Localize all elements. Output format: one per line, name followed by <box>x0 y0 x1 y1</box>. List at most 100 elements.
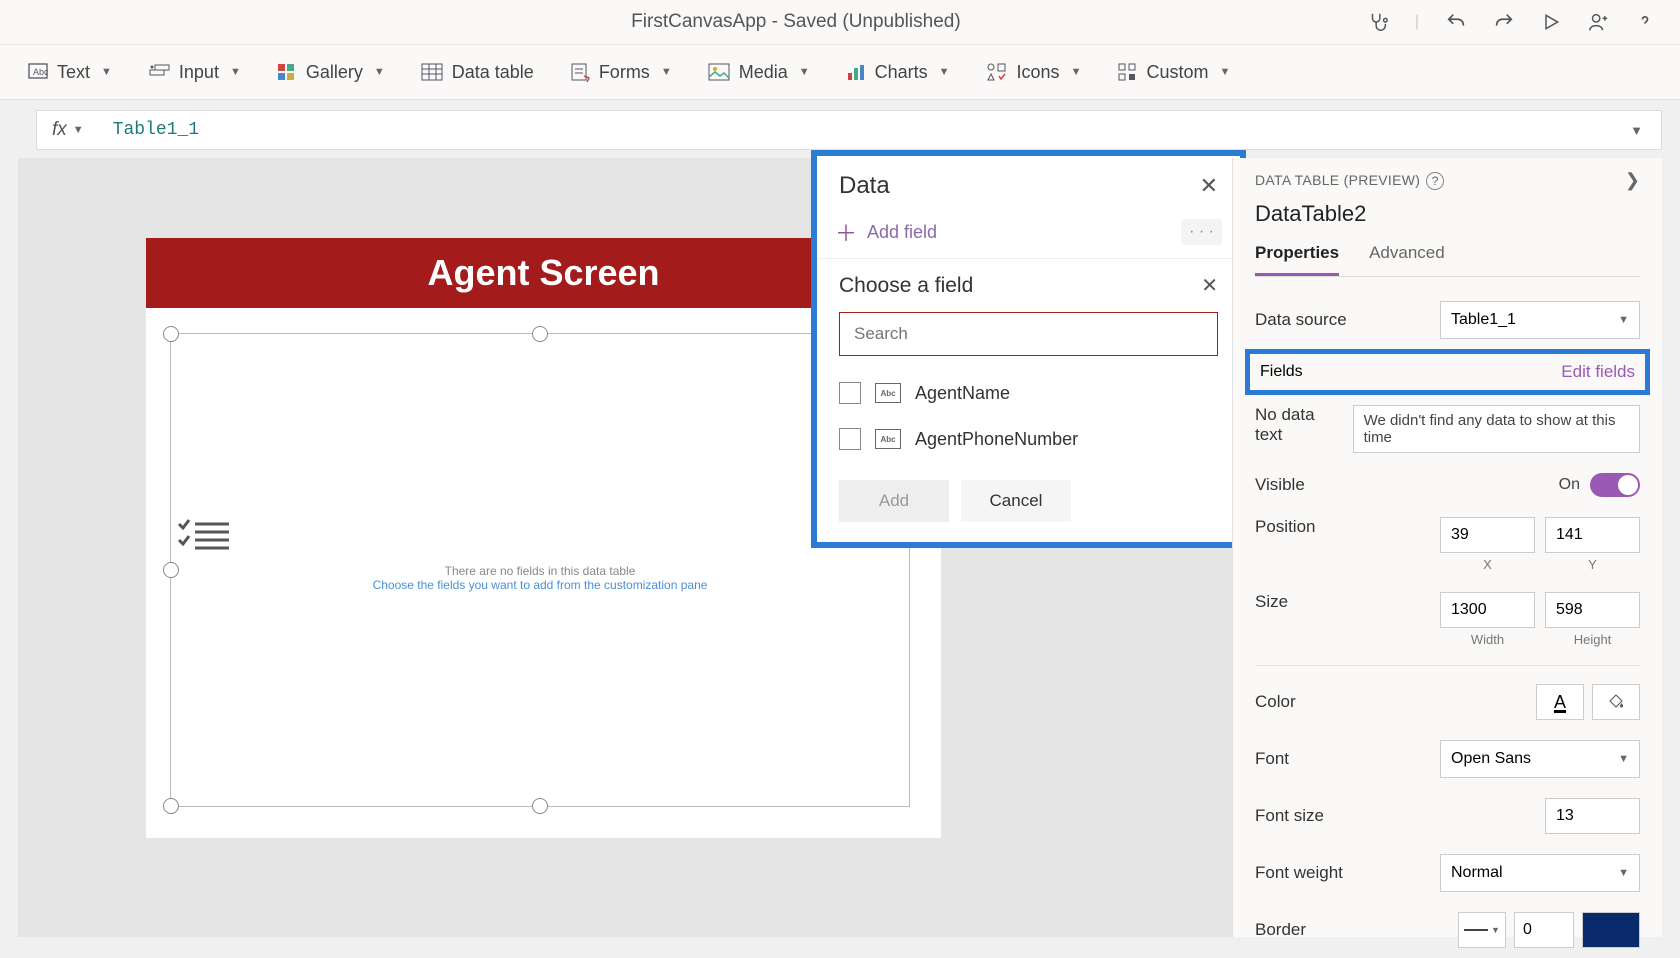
undo-icon[interactable] <box>1445 11 1467 33</box>
font-select[interactable]: Open Sans▼ <box>1440 740 1640 778</box>
panel-header: DATA TABLE (PREVIEW) <box>1255 172 1420 188</box>
control-name: DataTable2 <box>1255 201 1640 227</box>
position-x-input[interactable] <box>1440 517 1535 553</box>
fields-row-highlight: Fields Edit fields <box>1245 349 1650 395</box>
tab-advanced[interactable]: Advanced <box>1369 235 1445 276</box>
resize-handle[interactable] <box>163 798 179 814</box>
stethoscope-icon[interactable] <box>1367 11 1389 33</box>
text-icon: Abc <box>28 63 48 81</box>
share-icon[interactable] <box>1587 11 1609 33</box>
ribbon-text[interactable]: Abc Text▼ <box>28 62 112 83</box>
plus-icon: ＋ <box>835 216 857 248</box>
ribbon-custom[interactable]: Custom▼ <box>1117 62 1230 83</box>
ribbon-toolbar: Abc Text▼ Input▼ Gallery▼ Data table For… <box>0 45 1680 100</box>
visible-on-label: On <box>1559 476 1580 494</box>
border-style-button[interactable]: ▼ <box>1458 912 1506 948</box>
properties-tabs: Properties Advanced <box>1255 235 1640 277</box>
label-border: Border <box>1255 920 1306 940</box>
properties-panel: DATA TABLE (PREVIEW)? ❯ DataTable2 Prope… <box>1232 158 1662 937</box>
label-color: Color <box>1255 692 1296 712</box>
media-icon <box>708 63 730 81</box>
fontsize-input[interactable] <box>1545 798 1640 834</box>
resize-handle[interactable] <box>532 326 548 342</box>
border-color-button[interactable] <box>1582 912 1640 948</box>
empty-text-1: There are no fields in this data table <box>171 564 909 578</box>
label-fontweight: Font weight <box>1255 863 1343 883</box>
icons-icon <box>986 62 1008 82</box>
fx-button[interactable]: fx▼ <box>37 119 99 141</box>
play-icon[interactable] <box>1541 12 1561 32</box>
font-color-button[interactable]: A <box>1536 684 1584 720</box>
fill-color-button[interactable] <box>1592 684 1640 720</box>
data-pane: Data ✕ ＋ Add field · · · Choose a field … <box>811 150 1246 548</box>
main-area: Agent Screen There are no fields in this… <box>18 158 1662 937</box>
forms-icon <box>570 62 590 82</box>
label-fields: Fields <box>1260 363 1303 381</box>
help-icon[interactable] <box>1635 10 1655 34</box>
resize-handle[interactable] <box>532 798 548 814</box>
ribbon-icons[interactable]: Icons▼ <box>986 62 1082 83</box>
label-fontsize: Font size <box>1255 806 1324 826</box>
help-icon[interactable]: ? <box>1426 172 1444 190</box>
field-list: Abc AgentName Abc AgentPhoneNumber <box>817 362 1240 480</box>
empty-state: There are no fields in this data table C… <box>171 514 909 592</box>
add-field-button[interactable]: ＋ Add field <box>835 216 937 248</box>
search-field-box[interactable] <box>839 312 1218 356</box>
resize-handle[interactable] <box>163 326 179 342</box>
gallery-icon <box>277 63 297 81</box>
custom-icon <box>1117 62 1137 82</box>
edit-fields-link[interactable]: Edit fields <box>1561 362 1635 382</box>
label-size: Size <box>1255 592 1288 612</box>
app-title: FirstCanvasApp - Saved (Unpublished) <box>225 11 1367 33</box>
checkbox[interactable] <box>839 382 861 404</box>
fontweight-select[interactable]: Normal▼ <box>1440 854 1640 892</box>
size-width-input[interactable] <box>1440 592 1535 628</box>
expand-formula-icon[interactable]: ▼ <box>1612 123 1661 138</box>
cancel-button[interactable]: Cancel <box>961 480 1071 522</box>
field-item[interactable]: Abc AgentPhoneNumber <box>839 416 1218 462</box>
label-datasource: Data source <box>1255 310 1347 330</box>
field-label: AgentPhoneNumber <box>915 429 1078 450</box>
ribbon-gallery[interactable]: Gallery▼ <box>277 62 385 83</box>
svg-text:Abc: Abc <box>33 67 48 77</box>
datatable-control[interactable]: There are no fields in this data table C… <box>170 333 910 807</box>
field-label: AgentName <box>915 383 1010 404</box>
close-data-pane-icon[interactable]: ✕ <box>1200 173 1218 199</box>
nodata-textbox[interactable]: We didn't find any data to show at this … <box>1353 405 1640 453</box>
checkbox[interactable] <box>839 428 861 450</box>
ribbon-charts[interactable]: Charts▼ <box>846 62 950 83</box>
label-nodata: No data text <box>1255 405 1341 445</box>
label-visible: Visible <box>1255 475 1305 495</box>
ribbon-media[interactable]: Media▼ <box>708 62 810 83</box>
text-type-icon: Abc <box>875 383 901 403</box>
close-choose-icon[interactable]: ✕ <box>1201 273 1218 298</box>
formula-input[interactable]: Table1_1 <box>99 120 1612 140</box>
field-item[interactable]: Abc AgentName <box>839 370 1218 416</box>
datatable-icon <box>421 63 443 81</box>
label-position: Position <box>1255 517 1315 537</box>
datasource-select[interactable]: Table1_1▼ <box>1440 301 1640 339</box>
size-height-input[interactable] <box>1545 592 1640 628</box>
tab-properties[interactable]: Properties <box>1255 235 1339 276</box>
label-font: Font <box>1255 749 1289 769</box>
ribbon-input[interactable]: Input▼ <box>148 62 241 83</box>
data-pane-title: Data <box>839 172 890 200</box>
input-icon <box>148 63 170 81</box>
visible-toggle[interactable] <box>1590 473 1640 497</box>
redo-icon[interactable] <box>1493 11 1515 33</box>
more-options-icon[interactable]: · · · <box>1181 219 1222 245</box>
canvas-area: Agent Screen There are no fields in this… <box>18 158 1258 937</box>
ribbon-datatable[interactable]: Data table <box>421 62 534 83</box>
ribbon-forms[interactable]: Forms▼ <box>570 62 672 83</box>
text-type-icon: Abc <box>875 429 901 449</box>
list-check-icon <box>171 514 909 554</box>
empty-text-link[interactable]: Choose the fields you want to add from t… <box>171 578 909 592</box>
titlebar-actions: | <box>1367 10 1655 34</box>
chevron-right-icon[interactable]: ❯ <box>1625 170 1640 191</box>
add-button[interactable]: Add <box>839 480 949 522</box>
border-width-input[interactable] <box>1514 912 1574 948</box>
choose-field-title: Choose a field <box>839 274 973 298</box>
position-y-input[interactable] <box>1545 517 1640 553</box>
formula-bar: fx▼ Table1_1 ▼ <box>36 110 1662 150</box>
search-input[interactable] <box>854 324 1203 344</box>
